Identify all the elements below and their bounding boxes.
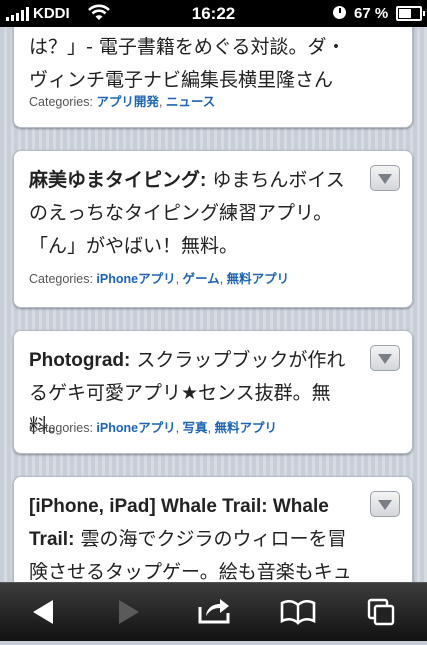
browser-toolbar — [0, 582, 427, 641]
bookmarks-button[interactable] — [268, 583, 328, 641]
category-link[interactable]: アプリ開発 — [96, 95, 159, 109]
back-button[interactable] — [14, 583, 74, 641]
tabs-icon — [367, 598, 395, 626]
dropdown-arrow-button[interactable] — [370, 165, 400, 191]
share-button[interactable] — [184, 583, 244, 641]
dropdown-arrow-button[interactable] — [370, 491, 400, 517]
post-title[interactable]: は？」- 電子書籍をめぐる対談。ダ・ヴィンチ電子ナビ編集長横里隆さん — [29, 31, 354, 97]
category-link[interactable]: iPhoneアプリ — [96, 272, 175, 286]
category-link[interactable]: 写真 — [183, 421, 208, 435]
forward-arrow-icon — [119, 600, 139, 624]
post-categories: Categories: アプリ開発, ニュース — [29, 95, 216, 109]
bookmarks-icon — [280, 599, 316, 625]
alarm-clock-icon — [333, 6, 346, 19]
dropdown-arrow-button[interactable] — [370, 345, 400, 371]
category-link[interactable]: ニュース — [166, 95, 215, 109]
post-categories: Categories: iPhoneアプリ, ゲーム, 無料アプリ — [29, 272, 290, 286]
battery-percent: 67 % — [354, 5, 389, 22]
post-categories: Categories: iPhoneアプリ, 写真, 無料アプリ — [29, 421, 278, 435]
category-link[interactable]: 無料アプリ — [215, 421, 278, 435]
post-title[interactable]: 麻美ゆまタイピング: ゆまちんボイスのえっちなタイピング練習アプリ。「ん」がやば… — [29, 164, 354, 263]
categories-label: Categories: — [29, 272, 93, 286]
battery-icon — [396, 6, 425, 21]
tabs-button[interactable] — [350, 583, 410, 641]
forward-button[interactable] — [98, 583, 158, 641]
categories-label: Categories: — [29, 421, 93, 435]
category-link[interactable]: iPhoneアプリ — [96, 421, 175, 435]
category-link[interactable]: 無料アプリ — [227, 272, 290, 286]
status-bar: KDDI 16:22 67 % — [0, 0, 427, 27]
post-card[interactable]: 麻美ゆまタイピング: ゆまちんボイスのえっちなタイピング練習アプリ。「ん」がやば… — [13, 150, 413, 308]
post-card[interactable]: Photograd: スクラップブックが作れるゲキ可愛アプリ★センス抜群。無料。… — [13, 330, 413, 454]
share-icon — [198, 599, 230, 624]
category-link[interactable]: ゲーム — [183, 272, 220, 286]
back-arrow-icon — [33, 600, 53, 624]
categories-label: Categories: — [29, 95, 93, 109]
